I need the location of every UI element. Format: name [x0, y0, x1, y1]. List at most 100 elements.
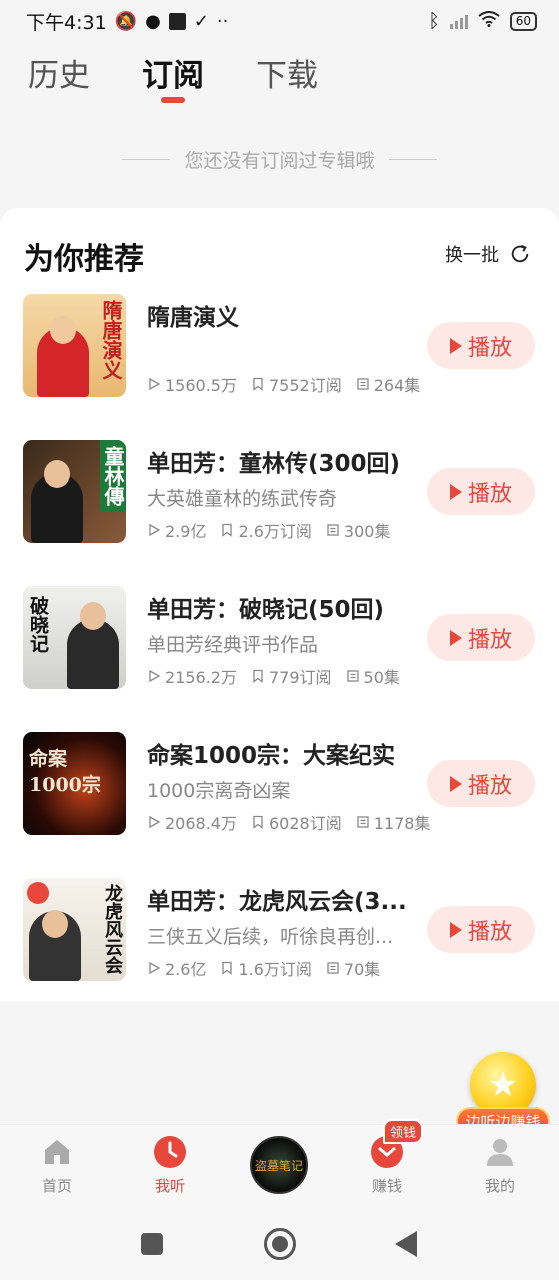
album-item[interactable]: 童林傳 单田芳：童林传(300回) 大英雄童林的练武传奇 2.9亿 2.6万订阅… [0, 440, 559, 544]
refresh-button[interactable]: 换一批 [445, 241, 531, 267]
cover-figure-head [50, 316, 76, 344]
bookmark-icon [222, 523, 233, 537]
album-name: 单田芳：龙虎风云会(3... [147, 889, 407, 915]
nav-home[interactable]: 首页 [17, 1135, 97, 1196]
bluetooth-icon: ᛒ [428, 10, 440, 32]
mute-bell-icon: 🔕 [114, 10, 138, 32]
tab-history[interactable]: 历史 [28, 50, 90, 106]
home-button[interactable] [264, 1228, 296, 1260]
episodes-icon [357, 816, 369, 828]
empty-notice: 您还没有订阅过专辑哦 [0, 146, 559, 173]
bookmark-icon [253, 669, 263, 683]
recommend-title: 为你推荐 [24, 242, 144, 277]
cover-title: 命案1000宗 [29, 748, 101, 796]
episodes-icon [327, 962, 339, 974]
more-dots-icon: ·· [216, 10, 229, 32]
cover-title: 龙虎风云会 [102, 884, 123, 974]
album-cover: 龙虎风云会 [23, 878, 126, 981]
home-icon [40, 1135, 74, 1169]
back-button[interactable] [395, 1231, 417, 1257]
recommend-card: 为你推荐 换一批 隋唐演义 隋唐演义 1560.5万 7552订阅 264集 播… [0, 208, 559, 1001]
episode-count: 264集 [373, 376, 421, 395]
play-count: 2.9亿 [165, 522, 207, 541]
play-count: 2.6亿 [165, 960, 207, 979]
play-count-icon [149, 377, 161, 391]
wifi-icon [478, 10, 500, 32]
play-icon [449, 629, 462, 646]
play-count-icon [149, 815, 161, 829]
episodes-icon [327, 524, 339, 536]
episodes-icon [346, 670, 359, 682]
cover-sun [27, 882, 49, 904]
album-name: 隋唐演义 [147, 305, 239, 331]
album-desc: 三侠五义后续，听徐良再创... [147, 926, 394, 948]
now-playing-disc[interactable]: 盗墓笔记 [250, 1136, 308, 1194]
nav-home-label: 首页 [41, 1177, 72, 1195]
album-item[interactable]: 隋唐演义 隋唐演义 1560.5万 7552订阅 264集 播放 [0, 294, 559, 398]
play-label: 播放 [467, 773, 512, 799]
album-item[interactable]: 龙虎风云会 单田芳：龙虎风云会(3... 三侠五义后续，听徐良再创... 2.6… [0, 878, 559, 982]
episode-count: 50集 [363, 668, 400, 687]
album-cover: 命案1000宗 [23, 732, 126, 835]
album-item[interactable]: 破晓记 单田芳：破晓记(50回) 单田芳经典评书作品 2156.2万 779订阅… [0, 586, 559, 690]
star-icon: ★ [487, 1065, 519, 1105]
episode-count: 300集 [343, 522, 391, 541]
play-icon [449, 775, 462, 792]
album-desc: 1000宗离奇凶案 [147, 780, 291, 802]
album-name: 单田芳：破晓记(50回) [147, 597, 385, 623]
tab-download[interactable]: 下载 [256, 50, 318, 106]
cover-figure-head [44, 460, 70, 488]
bookmark-icon [253, 815, 263, 829]
play-label: 播放 [467, 481, 512, 507]
cover-title: 隋唐演义 [99, 300, 123, 380]
empty-notice-text: 您还没有订阅过专辑哦 [184, 150, 375, 172]
signal-icon [449, 13, 468, 29]
play-icon [449, 483, 462, 500]
system-nav [0, 1210, 559, 1280]
album-stats: 2.6亿 1.6万订阅 70集 [147, 956, 380, 980]
profile-icon [483, 1135, 517, 1169]
play-button[interactable]: 播放 [427, 906, 535, 953]
tab-subscribe[interactable]: 订阅 [142, 50, 204, 106]
episode-count: 1178集 [373, 814, 431, 833]
tab-subscribe-label: 订阅 [142, 58, 204, 94]
cover-title: 破晓记 [27, 596, 49, 653]
chat-bubble-icon: ● [145, 10, 161, 32]
nav-listen[interactable]: 我听 [130, 1135, 210, 1196]
refresh-label: 换一批 [445, 245, 499, 266]
play-label: 播放 [467, 627, 512, 653]
album-cover: 隋唐演义 [23, 294, 126, 397]
subscribe-count: 2.6万订阅 [238, 522, 312, 541]
status-bar: 下午4:31 🔕 ● ✓ ·· ᛒ 60 [0, 0, 559, 42]
play-count: 1560.5万 [165, 376, 237, 395]
play-count: 2156.2万 [165, 668, 237, 687]
album-stats: 2156.2万 779订阅 50集 [147, 664, 400, 688]
play-button[interactable]: 播放 [427, 760, 535, 807]
play-icon [449, 337, 462, 354]
play-count-icon [149, 961, 161, 975]
square-icon [168, 12, 186, 30]
album-stats: 2.9亿 2.6万订阅 300集 [147, 518, 390, 542]
cover-figure-head [42, 910, 68, 938]
recent-apps-button[interactable] [141, 1233, 163, 1255]
battery-icon: 60 [509, 11, 537, 31]
album-name: 单田芳：童林传(300回) [147, 451, 401, 477]
tab-download-label: 下载 [256, 58, 318, 94]
nav-mine[interactable]: 我的 [460, 1135, 540, 1196]
subscribe-count: 779订阅 [269, 668, 332, 687]
play-button[interactable]: 播放 [427, 322, 535, 369]
active-tab-indicator [161, 97, 185, 103]
divider [388, 159, 437, 160]
nav-earn-label: 赚钱 [371, 1177, 402, 1195]
home-dot-icon [272, 1236, 288, 1252]
episode-count: 70集 [343, 960, 381, 979]
nav-listen-label: 我听 [154, 1177, 185, 1195]
nav-earn[interactable]: 赚钱 [347, 1135, 427, 1196]
album-item[interactable]: 命案1000宗 命案1000宗：大案纪实 1000宗离奇凶案 2068.4万 6… [0, 732, 559, 836]
bookmark-icon [253, 377, 263, 391]
play-button[interactable]: 播放 [427, 468, 535, 515]
album-desc: 大英雄童林的练武传奇 [147, 488, 338, 510]
play-button[interactable]: 播放 [427, 614, 535, 661]
album-stats: 2068.4万 6028订阅 1178集 [147, 810, 430, 834]
album-cover: 童林傳 [23, 440, 126, 543]
